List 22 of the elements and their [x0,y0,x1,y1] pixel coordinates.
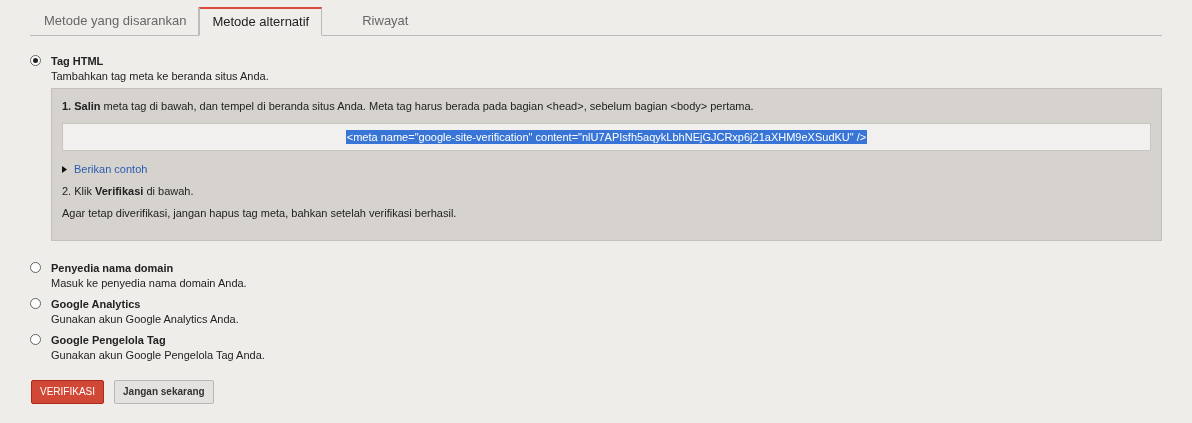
option-title: Google Pengelola Tag [51,332,167,347]
tab[interactable]: Metode alternatif [199,7,323,36]
option-title: Penyedia nama domain [51,260,175,275]
instruction-text: 1. Salin meta tag di bawah, dan tempel di beranda situs Anda. Meta tag harus berada pada bagian <head>, sebelum bagian <body> pertama. [62,99,755,113]
verify-button[interactable]: VERIFIKASI [31,379,104,404]
option-title: Google Analytics [51,296,142,311]
note-text: Agar tetap diverifikasi, jangan hapus tag meta, bahkan setelah verifikasi berhasil. [62,205,458,220]
tab[interactable]: Riwayat [322,7,449,35]
instruction-text: 2. Klik Verifikasi di bawah. [62,183,195,198]
option-description: Gunakan akun Google Analytics Anda. [51,311,240,327]
radio-button[interactable] [30,297,41,309]
option-title: Tag HTML [51,54,105,68]
option-description: Masuk ke penyedia nama domain Anda. [51,275,248,291]
radio-button[interactable] [30,261,41,273]
not-now-button[interactable]: Jangan sekarang [114,379,214,404]
example-link[interactable]: Berikan contoh [74,161,148,178]
triangle-right-icon[interactable] [62,165,68,173]
option-description: Gunakan akun Google Pengelola Tag Anda. [51,347,266,363]
radio-button[interactable] [30,55,41,66]
option-description: Tambahkan tag meta ke beranda situs Anda. [51,69,270,84]
radio-button[interactable] [30,333,41,345]
meta-tag-field[interactable]: <meta name="google-site-verification" content="nlU7APIsfh5aqykLbhNEjGJCRxp6j21aXHM9eXSudKU" /> [62,123,1151,151]
